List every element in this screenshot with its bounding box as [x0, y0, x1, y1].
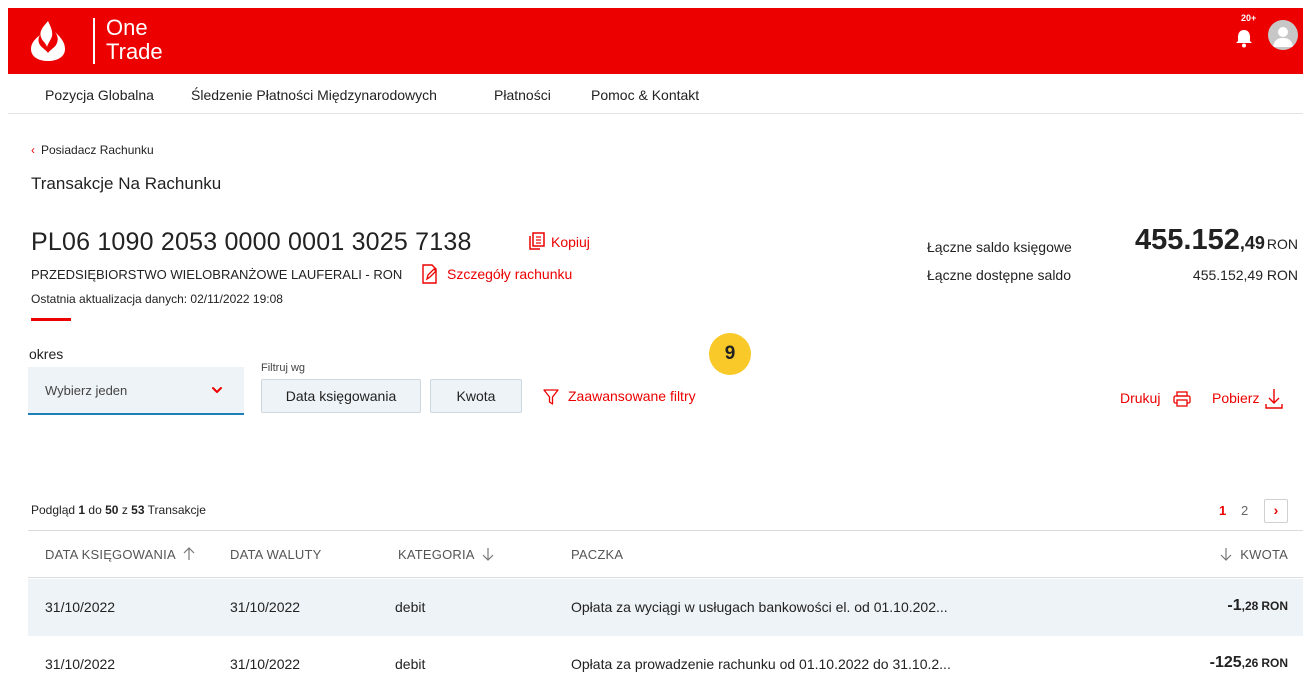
- amount-integer: -1: [1227, 597, 1242, 614]
- brand-line-2: Trade: [106, 39, 163, 64]
- period-label: okres: [29, 346, 64, 362]
- amount-currency: RON: [1261, 656, 1288, 670]
- nav-item-payment-tracking[interactable]: Śledzenie Płatności Międzynarodowych: [191, 87, 437, 103]
- book-balance-label: Łączne saldo księgowe: [927, 239, 1072, 255]
- account-number: PL06 1090 2053 0000 0001 3025 7138: [31, 228, 472, 256]
- column-header-booking-date[interactable]: DATA KSIĘGOWANIA: [45, 547, 195, 562]
- copy-button[interactable]: Kopiuj: [551, 234, 590, 250]
- arrow-down-icon: [1221, 548, 1232, 561]
- book-balance-decimal: ,49: [1239, 233, 1265, 253]
- filter-chip-booking-date[interactable]: Data księgowania: [261, 379, 421, 413]
- cell-booking-date: 31/10/2022: [45, 656, 116, 672]
- arrow-up-icon: [183, 547, 195, 560]
- table-row[interactable]: 31/10/2022 31/10/2022 debit Opłata za pr…: [28, 636, 1303, 687]
- logo-separator: [93, 18, 95, 64]
- column-header-booking-date-label: DATA KSIĘGOWANIA: [45, 547, 176, 562]
- last-update-text: Ostatnia aktualizacja danych: 02/11/2022…: [31, 292, 283, 306]
- cell-value-date: 31/10/2022: [230, 599, 301, 615]
- santander-flame-logo-icon[interactable]: [25, 19, 71, 63]
- cell-description: Opłata za wyciągi w usługach bankowości …: [571, 599, 948, 615]
- nav-item-global-position[interactable]: Pozycja Globalna: [45, 87, 154, 103]
- document-edit-icon[interactable]: [421, 264, 439, 284]
- advanced-filters-button[interactable]: Zaawansowane filtry: [568, 388, 696, 404]
- nav-item-help-contact[interactable]: Pomoc & Kontakt: [591, 87, 699, 103]
- table-header: DATA KSIĘGOWANIA DATA WALUTY KATEGORIA P…: [28, 530, 1303, 578]
- next-page-button[interactable]: ›: [1264, 499, 1288, 523]
- filter-chip-amount[interactable]: Kwota: [430, 379, 522, 413]
- book-balance-value: 455.152,49 RON: [1135, 224, 1298, 257]
- user-silhouette-icon: [1273, 27, 1293, 47]
- print-button[interactable]: Drukuj: [1120, 390, 1160, 406]
- period-select-value: Wybierz jeden: [45, 383, 128, 398]
- summary-from: 1: [78, 503, 86, 517]
- printer-icon[interactable]: [1173, 391, 1191, 407]
- notification-count-badge: 20+: [1241, 13, 1257, 23]
- brand-name: One Trade: [106, 16, 163, 64]
- top-bar: One Trade 20+: [8, 8, 1303, 74]
- results-summary: Podgląd 1 do 50 z 53 Transakcje: [31, 503, 206, 517]
- summary-of-word: z: [121, 503, 128, 517]
- page-2-link[interactable]: 2: [1241, 503, 1248, 518]
- cell-amount: -125,26 RON: [1210, 654, 1288, 672]
- filter-funnel-icon[interactable]: [543, 389, 559, 405]
- chevron-left-icon: ‹: [31, 143, 35, 157]
- breadcrumb-label: Posiadacz Rachunku: [41, 143, 154, 157]
- account-details-link[interactable]: Szczegóły rachunku: [447, 266, 572, 282]
- amount-decimal: ,26: [1241, 656, 1259, 670]
- column-header-category-label: KATEGORIA: [398, 547, 474, 562]
- amount-currency: RON: [1261, 599, 1288, 613]
- book-balance-currency: RON: [1266, 236, 1298, 252]
- summary-to-word: do: [88, 503, 102, 517]
- bell-icon[interactable]: [1233, 20, 1255, 48]
- summary-total: 53: [131, 503, 145, 517]
- table-row[interactable]: 31/10/2022 31/10/2022 debit Opłata za wy…: [28, 579, 1303, 636]
- cell-description: Opłata za prowadzenie rachunku od 01.10.…: [571, 656, 951, 672]
- column-header-value-date[interactable]: DATA WALUTY: [230, 547, 322, 562]
- user-avatar-icon[interactable]: [1268, 20, 1298, 50]
- summary-prefix: Podgląd: [31, 503, 76, 517]
- brand-line-1: One: [106, 15, 148, 40]
- filter-by-label: Filtruj wg: [261, 362, 306, 374]
- copy-icon[interactable]: [529, 232, 545, 250]
- arrow-down-icon: [482, 548, 494, 561]
- section-underline: [31, 318, 71, 321]
- column-header-category[interactable]: KATEGORIA: [398, 547, 494, 562]
- cell-category: debit: [395, 599, 426, 615]
- amount-decimal: ,28: [1241, 599, 1259, 613]
- breadcrumb[interactable]: ‹ Posiadacz Rachunku: [31, 143, 154, 157]
- nav-item-payments[interactable]: Płatności: [494, 87, 551, 103]
- account-holder-name: PRZEDSIĘBIORSTWO WIELOBRANŻOWE LAUFERALI…: [31, 267, 403, 282]
- main-navigation: Pozycja Globalna Śledzenie Płatności Mię…: [8, 74, 1303, 114]
- chevron-down-icon: [212, 387, 222, 393]
- amount-integer: -125: [1209, 654, 1242, 671]
- cell-value-date: 31/10/2022: [230, 656, 301, 672]
- cell-booking-date: 31/10/2022: [45, 599, 116, 615]
- page-title: Transakcje Na Rachunku: [31, 174, 222, 193]
- available-balance-label: Łączne dostępne saldo: [927, 267, 1071, 283]
- cell-category: debit: [395, 656, 426, 672]
- column-header-amount-label: KWOTA: [1240, 547, 1288, 562]
- column-header-amount[interactable]: KWOTA: [1220, 547, 1288, 562]
- cell-amount: -1,28 RON: [1227, 597, 1288, 615]
- summary-suffix: Transakcje: [147, 503, 206, 517]
- available-balance-value: 455.152,49 RON: [1192, 267, 1298, 283]
- download-icon[interactable]: [1265, 388, 1283, 410]
- book-balance-integer: 455.152: [1135, 224, 1240, 256]
- page-1-link[interactable]: 1: [1219, 503, 1226, 518]
- column-header-batch[interactable]: PACZKA: [571, 547, 623, 562]
- period-select[interactable]: Wybierz jeden: [28, 367, 244, 415]
- download-button[interactable]: Pobierz: [1212, 390, 1259, 406]
- step-number-badge: 9: [709, 333, 751, 375]
- summary-to: 50: [105, 503, 119, 517]
